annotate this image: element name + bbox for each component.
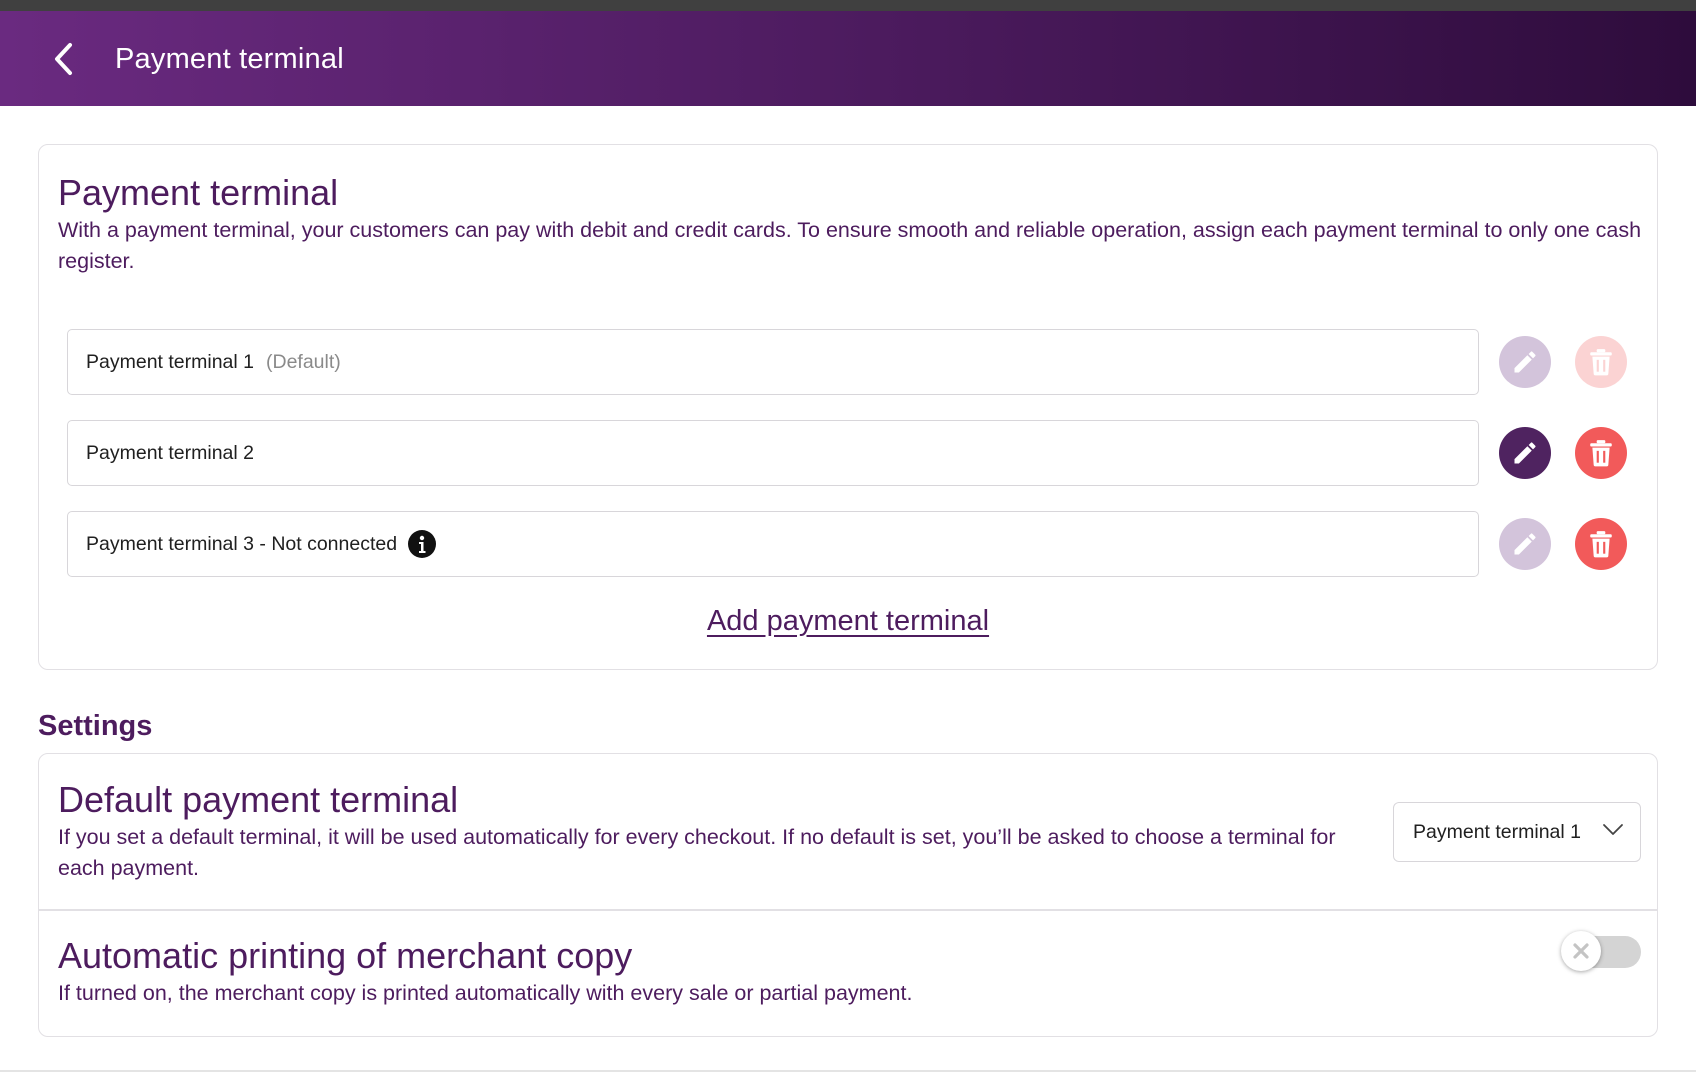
card-title: Payment terminal xyxy=(58,172,339,213)
delete-terminal-1-button[interactable] xyxy=(1575,336,1627,388)
default-terminal-select[interactable]: Payment terminal 1 xyxy=(1393,802,1641,862)
trash-icon xyxy=(1590,349,1612,376)
chevron-left-icon xyxy=(55,43,72,75)
edit-terminal-2-button[interactable] xyxy=(1499,427,1551,479)
add-payment-terminal-link[interactable]: Add payment terminal xyxy=(39,603,1657,639)
merchant-copy-toggle[interactable] xyxy=(1561,930,1645,972)
info-icon[interactable] xyxy=(408,530,437,558)
pencil-icon xyxy=(1514,442,1536,464)
payment-terminals-card: Payment terminal With a payment terminal… xyxy=(38,144,1658,670)
settings-divider xyxy=(39,909,1657,911)
default-terminal-title: Default payment terminal xyxy=(58,779,459,820)
trash-icon xyxy=(1590,531,1612,558)
window-top-strip xyxy=(0,0,1696,11)
toggle-knob xyxy=(1561,931,1601,971)
terminal-name: Payment terminal 3 - Not connected xyxy=(86,532,398,555)
back-button[interactable] xyxy=(44,39,84,79)
trash-icon xyxy=(1590,440,1612,467)
default-terminal-description: If you set a default terminal, it will b… xyxy=(58,825,1336,880)
settings-heading: Settings xyxy=(38,710,153,742)
select-value: Payment terminal 1 xyxy=(1413,820,1581,843)
delete-terminal-2-button[interactable] xyxy=(1575,427,1627,479)
chevron-down-icon xyxy=(1603,824,1623,835)
close-icon xyxy=(1573,943,1589,959)
terminal-row-2[interactable]: Payment terminal 2 xyxy=(67,420,1479,486)
default-tag: (Default) xyxy=(266,350,341,373)
delete-terminal-3-button[interactable] xyxy=(1575,518,1627,570)
merchant-copy-description: If turned on, the merchant copy is print… xyxy=(58,981,913,1005)
merchant-copy-title: Automatic printing of merchant copy xyxy=(58,935,633,976)
pencil-icon xyxy=(1514,533,1536,555)
terminal-name: Payment terminal 2 xyxy=(86,441,254,464)
page-title: Payment terminal xyxy=(115,43,344,75)
app-bar: Payment terminal xyxy=(0,11,1696,106)
card-description: With a payment terminal, your customers … xyxy=(58,218,1642,273)
terminal-row-3[interactable]: Payment terminal 3 - Not connected xyxy=(67,511,1479,577)
terminal-name: Payment terminal 1 xyxy=(86,350,254,373)
edit-terminal-1-button[interactable] xyxy=(1499,336,1551,388)
settings-card: Default payment terminal If you set a de… xyxy=(38,753,1658,1037)
edit-terminal-3-button[interactable] xyxy=(1499,518,1551,570)
pencil-icon xyxy=(1514,351,1536,373)
terminal-row-1[interactable]: Payment terminal 1 (Default) xyxy=(67,329,1479,395)
